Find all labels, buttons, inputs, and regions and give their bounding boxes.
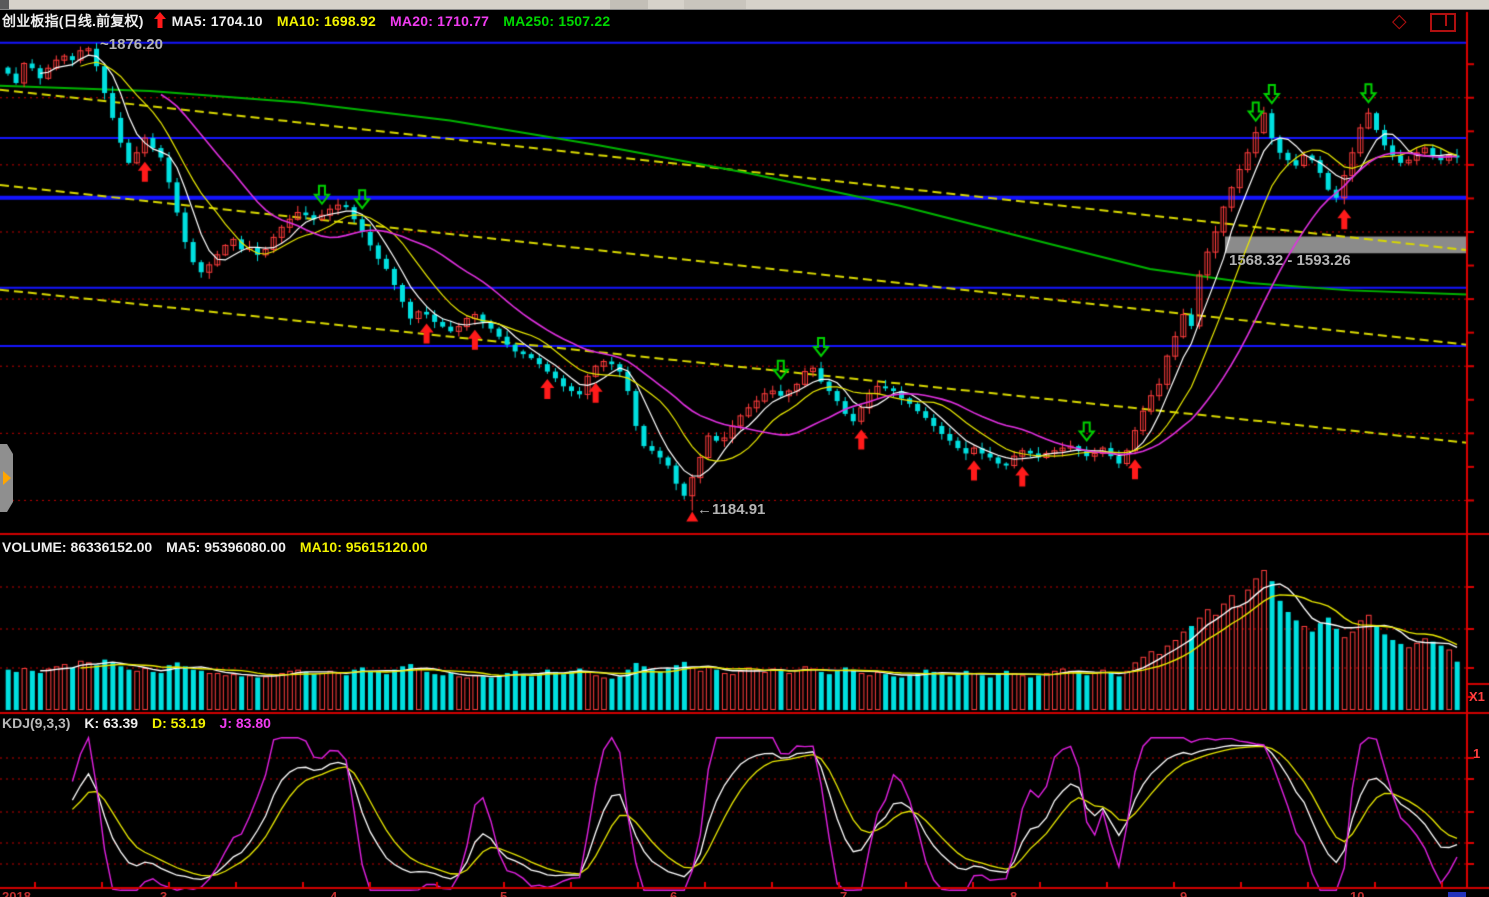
ma250-value: MA250: 1507.22 [503,13,610,29]
kdj-k-value: K: 63.39 [84,715,138,731]
expander-triangle-icon [3,471,11,485]
date-axis-label: 8 [1010,889,1017,897]
price-band-label: 1568.32 - 1593.26 [1229,252,1351,269]
kdj-pane-header: KDJ(9,3,3) K: 63.39 D: 53.19 J: 83.80 [2,715,281,731]
symbol-title: 创业板指(日线.前复权) [2,13,144,29]
kdj-d-value: D: 53.19 [152,715,206,731]
price-pane-header: 创业板指(日线.前复权) MA5: 1704.10 MA10: 1698.92 M… [2,11,620,31]
volume-ma10-value: MA10: 95615120.00 [300,539,428,555]
volume-ma5-value: MA5: 95396080.00 [166,539,286,555]
volume-pane-header: VOLUME: 86336152.00 MA5: 95396080.00 MA1… [2,539,438,555]
volume-value: VOLUME: 86336152.00 [2,539,152,555]
date-axis-label: 7 [840,889,847,897]
date-axis-label: 6 [670,889,677,897]
titlebar-segment [684,0,746,9]
stock-chart-canvas[interactable] [0,0,1489,897]
date-axis-label: 4 [330,889,337,897]
high-price-label: ~1876.20 [100,36,163,53]
kdj-axis-tick-label: 1 [1473,746,1480,761]
stock-chart-app: 创业板指(日线.前复权) MA5: 1704.10 MA10: 1698.92 M… [0,0,1489,897]
window-titlebar-strip[interactable] [0,0,1489,10]
kdj-label: KDJ(9,3,3) [2,715,70,731]
date-axis-label: 5 [500,889,507,897]
date-axis-row: 2018 3 4 5 6 7 8 9 10 [0,889,1489,897]
ma5-value: MA5: 1704.10 [172,13,263,29]
volume-axis-scale-label: X1 [1469,689,1485,704]
scrollbar-chip[interactable] [1448,892,1466,897]
date-axis-label: 10 [1350,889,1364,897]
low-price-label: ←1184.91 [697,501,765,518]
diamond-icon[interactable]: ◇ [1392,10,1407,33]
sidebar-expander-tab[interactable] [0,444,13,512]
window-restore-icon[interactable] [1430,13,1456,32]
date-axis-label: 9 [1180,889,1187,897]
ma10-value: MA10: 1698.92 [277,13,376,29]
kdj-j-value: J: 83.80 [220,715,271,731]
date-axis-label: 3 [160,889,167,897]
date-axis-label: 2018 [2,889,31,897]
up-arrow-icon [154,12,166,28]
titlebar-segment [0,0,9,9]
ma20-value: MA20: 1710.77 [390,13,489,29]
window-icon-split [1445,15,1447,26]
titlebar-segment [610,0,648,9]
